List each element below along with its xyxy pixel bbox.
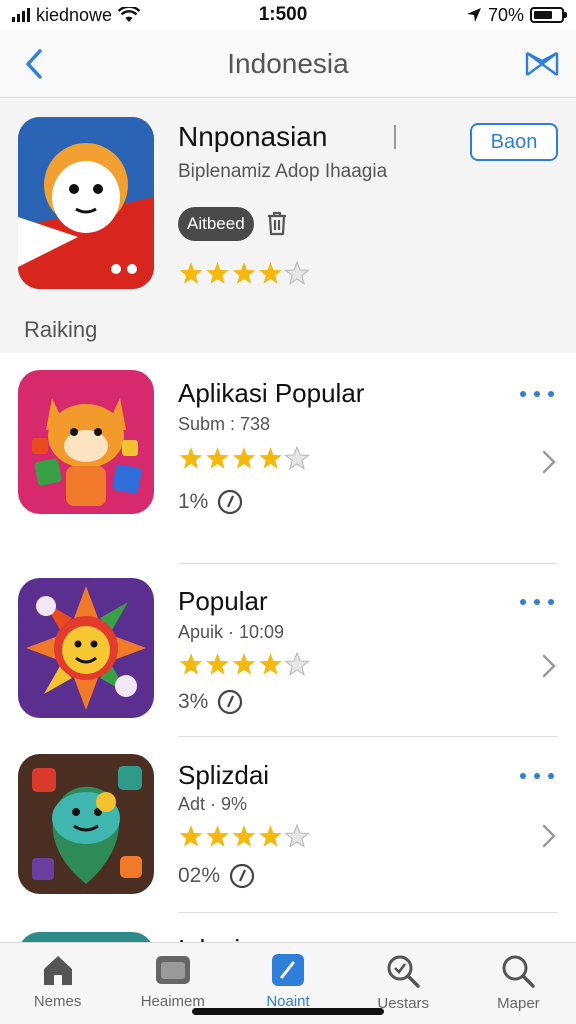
star-filled-icon [179,825,203,847]
star-filled-icon [259,653,282,675]
app-title: Popular [178,586,268,616]
chevron-right-icon[interactable] [542,450,556,474]
section-label: Raiking [24,317,98,342]
star-filled-icon [179,653,203,675]
chevron-left-icon [26,48,42,79]
page-title: Indonesia [227,47,349,79]
tab-label: Uestars [377,995,430,1012]
app-meta: 3% [178,688,244,716]
magnifier-icon [502,955,536,988]
photo-icon [155,956,190,984]
tab-home[interactable]: Nemes [0,943,115,1024]
share-icon [525,51,559,76]
divider [178,912,558,913]
more-options-button[interactable] [520,592,554,612]
app-rating [178,651,314,683]
location-icon [466,8,481,22]
creature-illustration [18,754,154,894]
get-button[interactable]: Baon [470,123,558,161]
app-subtitle: Adt · 9% [178,794,248,814]
home-icon [43,956,72,985]
status-left: kiednowe [12,5,212,26]
star-empty-icon [284,651,310,676]
share-button[interactable] [522,44,562,84]
chevron-right-icon[interactable] [542,824,556,848]
star-filled-icon [232,447,256,469]
star-filled-icon [179,262,203,284]
star-filled-icon [206,447,229,469]
sun-illustration [18,578,154,718]
more-options-button[interactable] [520,766,554,786]
star-empty-icon [284,260,310,285]
star-empty-icon [284,445,310,470]
app-meta: 1% [178,488,244,516]
star-filled-icon [206,653,229,675]
app-icon[interactable] [18,578,154,718]
app-icon[interactable] [18,370,154,514]
battery-icon [530,7,567,23]
app-rating [178,823,314,855]
status-right: 70% [394,4,567,26]
star-filled-icon [232,825,256,847]
list-item[interactable]: Iulani [0,930,576,942]
more-options-button[interactable] [520,384,554,404]
app-subtitle: Subm : 738 [178,414,271,434]
clock-icon [218,689,243,715]
tab-search[interactable]: Maper [461,943,576,1024]
battery-percent: 70% [487,4,524,25]
featured-rating [178,260,314,292]
category-badge[interactable]: Aitbeed [178,207,254,241]
clock-icon [229,863,255,889]
star-filled-icon [232,262,256,284]
character-illustration [18,117,154,289]
app-rating [178,445,314,477]
star-filled-icon [206,825,229,847]
featured-app-title: Nnponasian [178,121,328,152]
star-empty-icon [284,823,310,848]
app-meta-value: 3% [178,690,209,713]
app-title: Aplikasi Popular [178,378,365,408]
star-filled-icon [259,825,282,847]
search-icon [387,955,420,988]
app-icon[interactable] [18,754,154,894]
back-button[interactable] [14,44,54,84]
chevron-right-icon[interactable] [542,654,556,678]
carrier-name: kiednowe [36,4,113,25]
trash-icon[interactable] [265,210,289,236]
star-filled-icon [232,653,256,675]
wifi-icon [118,7,141,22]
star-filled-icon [206,262,229,284]
nav-bar: Indonesia [0,30,576,98]
app-meta: 02% [178,862,256,890]
list-item[interactable]: Aplikasi Popular Subm : 738 1% [0,370,576,560]
app-meta-value: 02% [178,864,221,887]
edit-icon [272,954,304,986]
tab-label: Maper [497,995,540,1012]
fox-illustration [18,370,154,514]
tab-label: Nemes [33,993,82,1010]
star-filled-icon [259,447,282,469]
battery-fill [534,11,553,19]
clock-icon [218,489,243,515]
featured-app-card[interactable]: Nnponasian Biplenamiz Adop Ihaagia Aitbe… [0,99,576,353]
app-title: Splizdai [178,760,270,790]
status-time: 1:500 [258,4,308,25]
app-subtitle: Apuik · 10:09 [178,622,285,642]
app-icon[interactable] [18,932,154,942]
app-title: Iulani [178,934,240,942]
home-indicator[interactable] [192,1008,384,1015]
divider [178,736,558,737]
featured-app-subtitle: Biplenamiz Adop Ihaagia [178,161,388,182]
status-bar: kiednowe 1:500 70% [0,0,576,30]
text-cursor [394,125,396,149]
list-item[interactable]: Popular Apuik · 10:09 3% [0,578,576,728]
signal-icon [12,8,30,22]
divider [178,563,558,564]
star-filled-icon [179,447,203,469]
star-filled-icon [259,262,282,284]
list-item[interactable]: Splizdai Adt · 9% 02% [0,752,576,902]
app-meta-value: 1% [178,490,209,513]
featured-app-icon[interactable] [18,117,154,289]
